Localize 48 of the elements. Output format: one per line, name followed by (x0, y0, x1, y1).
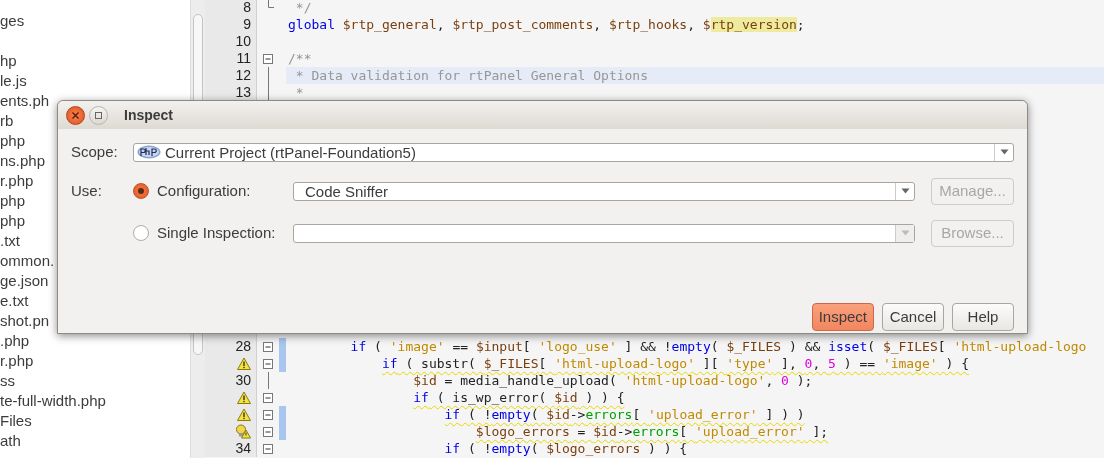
code-line: $logo_errors = $id->errors[ 'upload_error' ]; (474, 424, 829, 439)
code-line: if ( 'image' == $input[ 'logo_use' ] && !empty( $_FILES ) && isset( $_FILES[ 'html-upload-logo (349, 339, 1087, 354)
line-number: 13 (235, 84, 251, 101)
code-line: global $rtp_general, $rtp_post_comments, $rtp_hooks, $rtp_version; (288, 17, 805, 32)
code-line: if ( !empty( $logo_errors ) ) { (443, 441, 688, 456)
line-number: 30 (235, 372, 251, 389)
close-button[interactable] (66, 105, 85, 125)
code-line: * (294, 85, 304, 100)
code-line: if ( !empty( $id->errors[ 'upload_error' ] ) ) (443, 407, 805, 422)
dialog-title: Inspect (124, 105, 173, 125)
dropdown-arrow-icon (999, 149, 1009, 156)
tree-item[interactable]: ss (0, 371, 190, 391)
line-number: 12 (235, 67, 251, 84)
line-number: 9 (243, 16, 251, 33)
tree-item[interactable]: hp (0, 51, 190, 71)
close-icon (71, 110, 80, 120)
line-number: 8 (243, 0, 251, 16)
php-icon (137, 145, 161, 160)
code-line: $id = media_handle_upload( 'html-upload-logo', 0 ); (412, 373, 813, 388)
radio-option[interactable]: Single Inspection: (133, 221, 293, 245)
radio-option[interactable]: Configuration: (133, 179, 293, 203)
tree-item[interactable]: .php (0, 331, 190, 351)
tree-item[interactable]: r.php (0, 351, 190, 371)
maximize-icon (94, 110, 103, 120)
code-line: if ( is_wp_error( $id ) ) { (412, 390, 625, 405)
line-number: 10 (235, 33, 251, 50)
tree-item[interactable]: ges (0, 11, 190, 31)
tree-item[interactable]: ath (0, 431, 190, 451)
tree-item[interactable]: te-full-width.php (0, 391, 190, 411)
dialog-button[interactable]: Help (952, 303, 1014, 331)
line-number: 28 (235, 338, 251, 355)
code-line: */ (294, 0, 312, 15)
dropdown-arrow-icon (900, 188, 910, 194)
field-label: Scope: (71, 142, 119, 162)
scope-dropdown[interactable]: Current Project (rtPanel-Foundation5) (133, 142, 1014, 162)
line-number: 34 (235, 440, 251, 457)
dropdown-arrow-icon (900, 230, 910, 236)
dialog-button[interactable]: Inspect (811, 303, 874, 331)
code-line: /** (288, 51, 312, 66)
maximize-button[interactable] (89, 105, 108, 125)
tree-item[interactable]: Files (0, 411, 190, 431)
field-label: Use: (71, 180, 103, 201)
tree-item[interactable]: le.js (0, 71, 190, 91)
line-number: 11 (236, 50, 251, 67)
code-line: if ( substr( $_FILES[ 'html-upload-logo' ][ 'type' ], 0, 5 ) == 'image' ) { (380, 356, 969, 371)
configuration-dropdown[interactable]: Code Sniffer (293, 181, 915, 201)
dialog-button[interactable]: Cancel (882, 303, 944, 331)
code-line: * Data validation for rtPanel General Options (294, 68, 649, 83)
